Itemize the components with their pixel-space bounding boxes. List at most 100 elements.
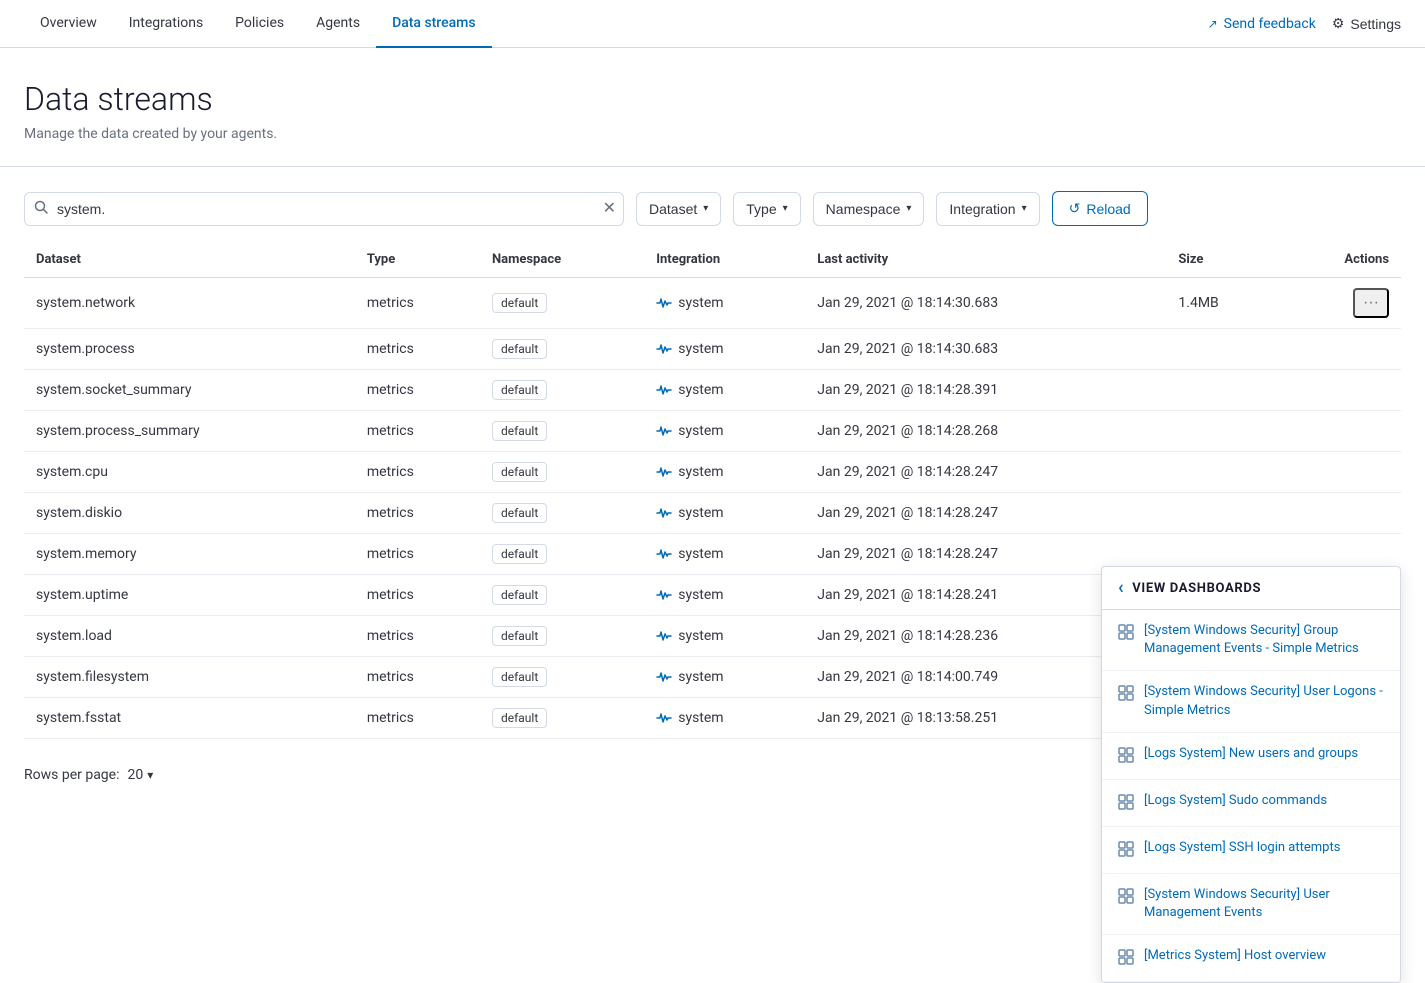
flyout-item-label: [System Windows Security] Group Manageme… [1144,622,1384,658]
flyout-item[interactable]: [Logs System] New users and groups [1102,733,1400,780]
rows-per-page-label: Rows per page: [24,767,119,783]
namespace-filter-button[interactable]: Namespace ▾ [813,192,925,226]
integration-name: system [678,341,723,357]
cell-last-activity: Jan 29, 2021 @ 18:14:30.683 [805,278,1166,329]
cell-dataset: system.load [24,616,355,657]
col-header-last-activity: Last activity [805,242,1166,278]
pulse-icon [656,546,672,562]
flyout-item[interactable]: [Logs System] Sudo commands [1102,780,1400,827]
flyout-item[interactable]: [Logs System] SSH login attempts [1102,827,1400,874]
integration-name: system [678,710,723,726]
table-row: system.socket_summary metrics default sy… [24,370,1401,411]
flyout-panel: ‹ VIEW DASHBOARDS [System Windows Securi… [1101,566,1401,983]
integration-name: system [678,669,723,685]
dashboard-icon [1118,747,1134,767]
external-link-icon: ↗ [1208,17,1218,31]
type-chevron-icon: ▾ [783,203,788,214]
cell-dataset: system.socket_summary [24,370,355,411]
page-subtitle: Manage the data created by your agents. [24,126,1401,142]
cell-type: metrics [355,370,480,411]
flyout-item-label: [Logs System] New users and groups [1144,745,1358,763]
search-clear-button[interactable]: ✕ [603,201,616,217]
cell-integration: system [644,411,805,452]
nav-item-integrations[interactable]: Integrations [113,0,219,48]
cell-namespace: default [480,534,644,575]
integration-name: system [678,546,723,562]
flyout-item-label: [Logs System] SSH login attempts [1144,839,1340,857]
cell-type: metrics [355,411,480,452]
cell-dataset: system.process_summary [24,411,355,452]
namespace-chevron-icon: ▾ [906,203,911,214]
integration-filter-label: Integration [949,201,1015,217]
namespace-badge: default [492,339,547,359]
dataset-filter-label: Dataset [649,201,697,217]
integration-name: system [678,464,723,480]
nav-item-overview[interactable]: Overview [24,0,113,48]
cell-namespace: default [480,493,644,534]
cell-dataset: system.cpu [24,452,355,493]
cell-actions: ··· [1280,278,1401,329]
dashboard-icon [1118,949,1134,969]
cell-dataset: system.fsstat [24,698,355,739]
nav-item-policies[interactable]: Policies [219,0,300,48]
col-header-dataset: Dataset [24,242,355,278]
flyout-item[interactable]: [System Windows Security] Group Manageme… [1102,610,1400,671]
flyout-item[interactable]: [Metrics System] Host overview [1102,935,1400,982]
cell-size [1166,452,1280,493]
col-header-type: Type [355,242,480,278]
cell-type: metrics [355,698,480,739]
namespace-badge: default [492,544,547,564]
cell-actions [1280,370,1401,411]
cell-last-activity: Jan 29, 2021 @ 18:14:28.247 [805,452,1166,493]
cell-namespace: default [480,278,644,329]
cell-type: metrics [355,452,480,493]
cell-size [1166,370,1280,411]
reload-label: Reload [1086,201,1130,217]
table-row: system.process metrics default system Ja… [24,329,1401,370]
pulse-icon [656,669,672,685]
namespace-badge: default [492,585,547,605]
table-row: system.network metrics default system Ja… [24,278,1401,329]
cell-integration: system [644,329,805,370]
cell-integration: system [644,575,805,616]
cell-integration: system [644,493,805,534]
flyout-back-button[interactable]: ‹ [1118,579,1124,597]
namespace-filter-label: Namespace [826,201,901,217]
cell-namespace: default [480,452,644,493]
cell-actions [1280,329,1401,370]
reload-button[interactable]: ↺ Reload [1052,191,1148,226]
pulse-icon [656,423,672,439]
cell-integration: system [644,278,805,329]
type-filter-button[interactable]: Type ▾ [733,192,800,226]
dataset-filter-button[interactable]: Dataset ▾ [636,192,721,226]
pulse-icon [656,628,672,644]
top-navigation: Overview Integrations Policies Agents Da… [0,0,1425,48]
flyout-item[interactable]: [System Windows Security] User Logons - … [1102,671,1400,732]
nav-item-agents[interactable]: Agents [300,0,376,48]
cell-dataset: system.network [24,278,355,329]
rows-per-page-select[interactable]: 20 ▾ [127,767,153,783]
namespace-badge: default [492,293,547,313]
settings-button[interactable]: ⚙ Settings [1332,15,1401,32]
flyout-item-label: [System Windows Security] User Logons - … [1144,683,1384,719]
cell-namespace: default [480,411,644,452]
dashboard-icon [1118,685,1134,705]
cell-last-activity: Jan 29, 2021 @ 18:14:28.268 [805,411,1166,452]
cell-last-activity: Jan 29, 2021 @ 18:14:28.247 [805,493,1166,534]
search-icon [34,200,48,218]
filters-bar: ✕ Dataset ▾ Type ▾ Namespace ▾ Integrati… [0,167,1425,226]
actions-button[interactable]: ··· [1353,288,1389,318]
pulse-icon [656,505,672,521]
cell-integration: system [644,657,805,698]
nav-item-data-streams[interactable]: Data streams [376,0,492,48]
cell-type: metrics [355,493,480,534]
search-input[interactable] [24,192,624,226]
cell-dataset: system.process [24,329,355,370]
namespace-badge: default [492,462,547,482]
send-feedback-link[interactable]: ↗ Send feedback [1208,16,1316,32]
integration-filter-button[interactable]: Integration ▾ [936,192,1039,226]
flyout-item[interactable]: [System Windows Security] User Managemen… [1102,874,1400,935]
cell-actions [1280,452,1401,493]
cell-integration: system [644,698,805,739]
rows-per-page-chevron-icon: ▾ [147,768,153,782]
